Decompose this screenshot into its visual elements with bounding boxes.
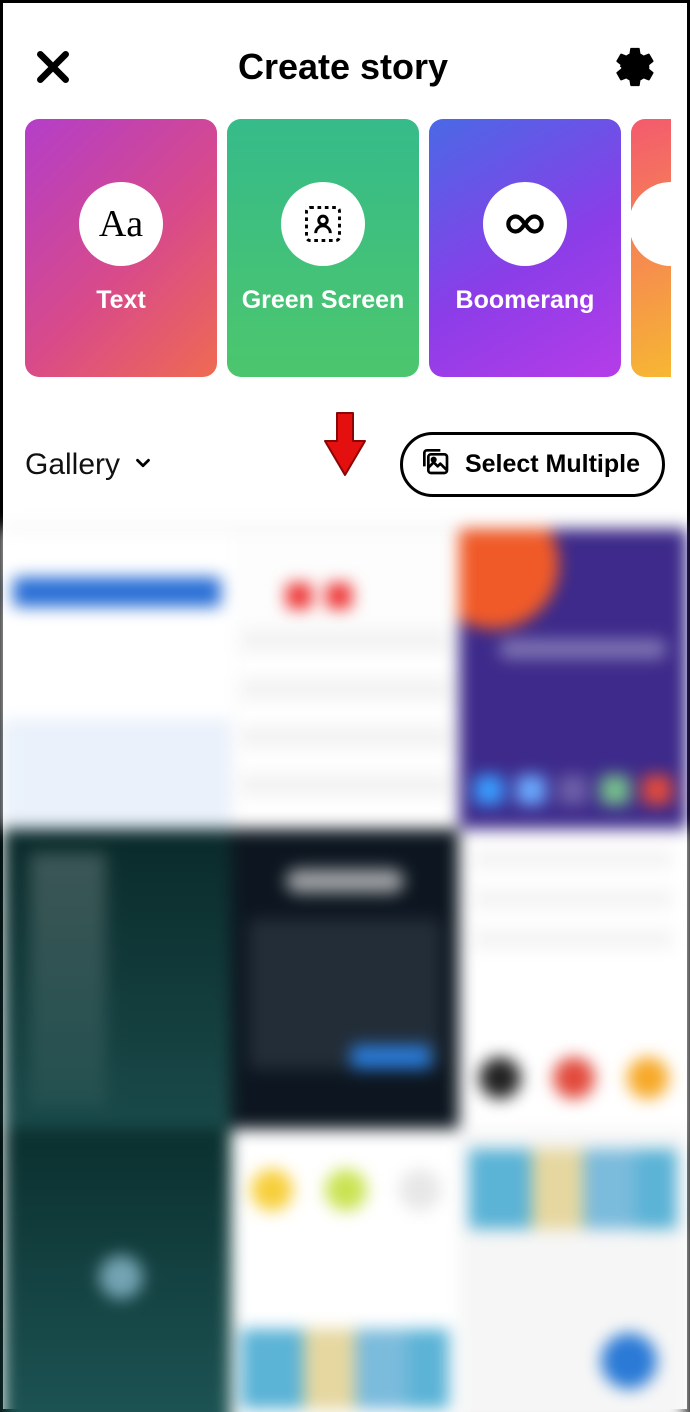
- chevron-down-icon: [132, 448, 154, 482]
- mode-green-screen[interactable]: Green Screen: [227, 119, 419, 377]
- mode-text[interactable]: Aa Text: [25, 119, 217, 377]
- gallery-thumb[interactable]: [231, 1129, 459, 1412]
- gallery-thumb[interactable]: [459, 1129, 687, 1412]
- close-button[interactable]: [31, 45, 75, 89]
- gear-icon: [612, 44, 658, 90]
- settings-button[interactable]: [611, 43, 659, 91]
- page-title: Create story: [238, 46, 448, 88]
- gallery-source-dropdown[interactable]: Gallery: [25, 448, 154, 482]
- gallery-thumb[interactable]: [459, 529, 687, 829]
- gallery-thumb[interactable]: [231, 529, 459, 829]
- gallery-source-label: Gallery: [25, 448, 120, 482]
- mode-label: Boomerang: [456, 286, 595, 315]
- gallery-bar: Gallery Select Multiple: [3, 377, 687, 527]
- gallery-thumb[interactable]: [3, 1129, 231, 1412]
- more-icon: [629, 182, 687, 266]
- header: Create story: [3, 3, 687, 119]
- select-multiple-button[interactable]: Select Multiple: [400, 432, 665, 497]
- story-mode-row[interactable]: Aa Text Green Screen Boomerang: [3, 119, 687, 377]
- gallery-thumb[interactable]: [3, 529, 231, 829]
- text-icon: Aa: [79, 182, 163, 266]
- close-icon: [34, 48, 72, 86]
- mode-boomerang[interactable]: Boomerang: [429, 119, 621, 377]
- mode-label: Text: [96, 286, 146, 315]
- gallery-thumb[interactable]: [231, 829, 459, 1129]
- create-story-screen: Create story Aa Text Green Screen Boomer…: [0, 0, 690, 1412]
- gallery-thumb[interactable]: [459, 829, 687, 1129]
- select-multiple-label: Select Multiple: [465, 450, 640, 479]
- boomerang-icon: [483, 182, 567, 266]
- mode-label: Green Screen: [242, 286, 405, 315]
- annotation-arrow-icon: [321, 409, 369, 486]
- image-stack-icon: [419, 445, 451, 484]
- gallery-grid[interactable]: [3, 527, 687, 1412]
- gallery-thumb[interactable]: [3, 829, 231, 1129]
- mode-next-peek[interactable]: [631, 119, 671, 377]
- green-screen-icon: [281, 182, 365, 266]
